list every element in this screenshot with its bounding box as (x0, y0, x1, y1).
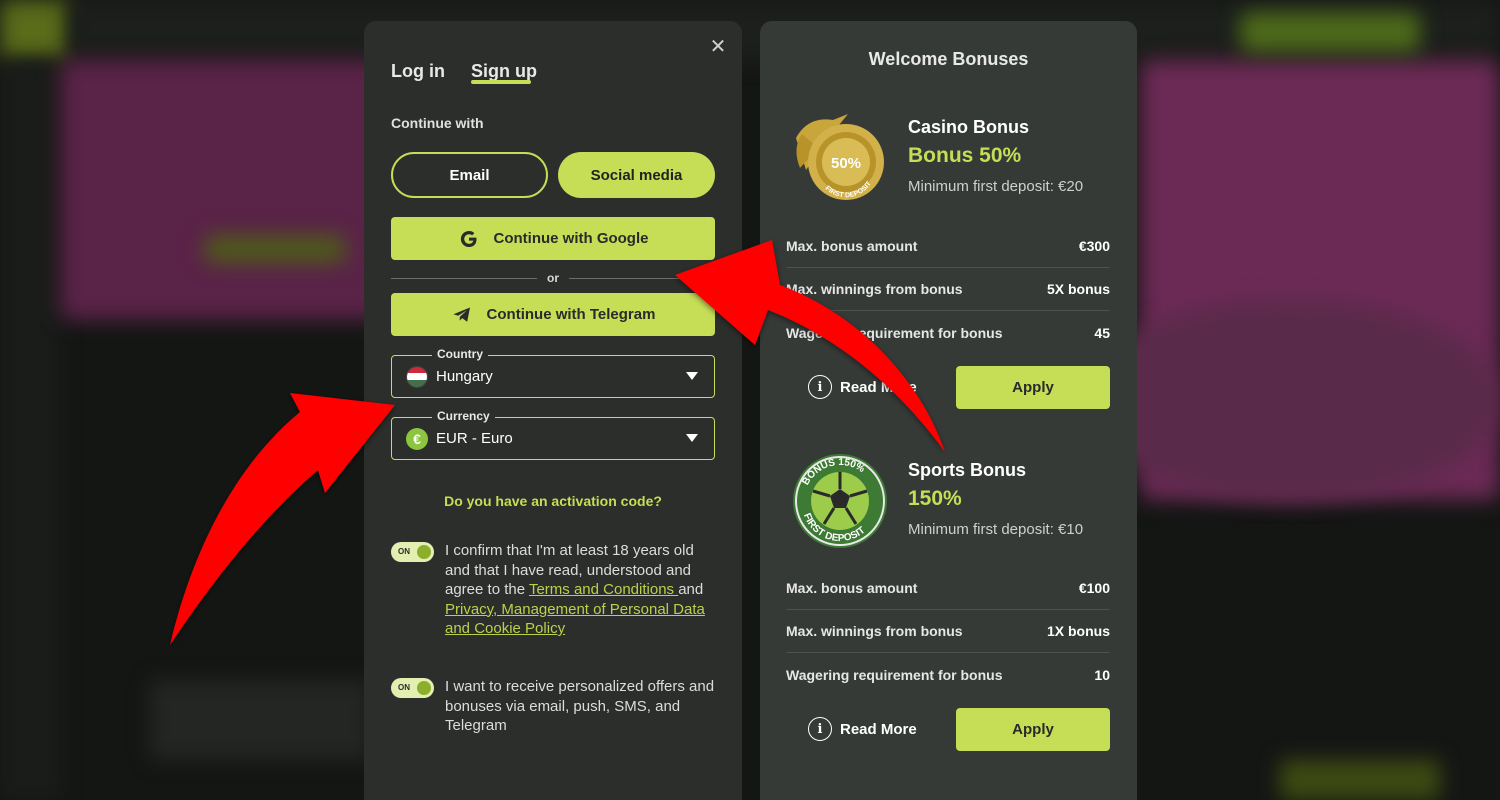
offers-consent-toggle[interactable]: ON (391, 678, 434, 698)
google-button-label: Continue with Google (493, 230, 649, 247)
telegram-button-label: Continue with Telegram (486, 306, 656, 323)
currency-select[interactable]: Currency € EUR - Euro (391, 409, 715, 460)
blurred-background (0, 0, 1500, 800)
toggle-on-label: ON (398, 547, 410, 556)
continue-with-label: Continue with (391, 115, 484, 131)
terms-link[interactable]: Terms and Conditions (529, 581, 678, 598)
casino-max-bonus-row: Max. bonus amount €300 (786, 225, 1110, 268)
welcome-bonuses-title: Welcome Bonuses (868, 49, 1029, 69)
country-legend: Country (432, 347, 488, 361)
hungary-flag-icon (406, 365, 428, 388)
chevron-down-icon (686, 434, 698, 442)
active-tab-indicator (471, 80, 531, 84)
toggle-on-label: ON (398, 683, 410, 692)
age-consent-text: I confirm that I'm at least 18 years old… (445, 542, 705, 638)
welcome-bonuses-panel: Welcome Bonuses 50% FIRST DEPOSIT Casino… (760, 21, 1137, 800)
sports-read-more-link[interactable]: i Read More (808, 717, 917, 741)
activation-code-link[interactable]: Do you have an activation code? (391, 493, 715, 509)
toggle-knob (417, 545, 431, 559)
casino-wagering-row: Wagering requirement for bonus 45 (786, 324, 1110, 341)
casino-badge-text: 50% (831, 155, 861, 172)
sports-max-winnings-row: Max. winnings from bonus 1X bonus (786, 610, 1110, 653)
casino-apply-button[interactable]: Apply (956, 366, 1110, 409)
or-divider: or (391, 271, 715, 285)
sports-max-bonus-row: Max. bonus amount €100 (786, 567, 1110, 610)
country-value: Hungary (436, 368, 493, 385)
offers-consent-text: I want to receive personalized offers an… (445, 678, 715, 734)
casino-bonus-name: Casino Bonus (908, 117, 1030, 137)
tab-login[interactable]: Log in (391, 61, 445, 82)
tab-signup[interactable]: Sign up (471, 61, 537, 82)
sports-min-deposit: Minimum first deposit: €10 (908, 521, 1084, 538)
info-icon: i (808, 375, 832, 399)
country-select[interactable]: Country Hungary (391, 347, 715, 398)
euro-icon: € (406, 427, 428, 450)
chevron-down-icon (686, 372, 698, 380)
sports-bonus-badge-icon: BONUS 150% FIRST DEPOSIT (793, 454, 887, 548)
sports-apply-button[interactable]: Apply (956, 708, 1110, 751)
sports-wagering-row: Wagering requirement for bonus 10 (786, 666, 1110, 683)
currency-legend: Currency (432, 409, 495, 423)
currency-value: EUR - Euro (436, 430, 513, 447)
google-icon (458, 228, 480, 250)
casino-bonus-badge-icon: 50% FIRST DEPOSIT (796, 114, 884, 200)
signup-dialog: Log in Sign up ✕ Continue with Email Soc… (364, 21, 742, 800)
sports-bonus-value: 150% (908, 487, 962, 510)
email-method-button[interactable]: Email (391, 152, 548, 198)
casino-min-deposit: Minimum first deposit: €20 (908, 178, 1084, 195)
continue-with-google-button[interactable]: Continue with Google (391, 217, 715, 260)
or-text: or (547, 271, 559, 285)
casino-max-winnings-row: Max. winnings from bonus 5X bonus (786, 268, 1110, 311)
age-consent-toggle[interactable]: ON (391, 542, 434, 562)
telegram-icon (451, 304, 473, 326)
sports-bonus-name: Sports Bonus (908, 460, 1027, 480)
close-icon[interactable]: ✕ (708, 37, 728, 57)
casino-bonus-value: Bonus 50% (908, 144, 1022, 167)
info-icon: i (808, 717, 832, 741)
toggle-knob (417, 681, 431, 695)
privacy-policy-link[interactable]: Privacy, Management of Personal Data and… (445, 601, 705, 638)
continue-with-telegram-button[interactable]: Continue with Telegram (391, 293, 715, 336)
social-media-method-button[interactable]: Social media (558, 152, 715, 198)
casino-read-more-link[interactable]: i Read More (808, 375, 917, 399)
